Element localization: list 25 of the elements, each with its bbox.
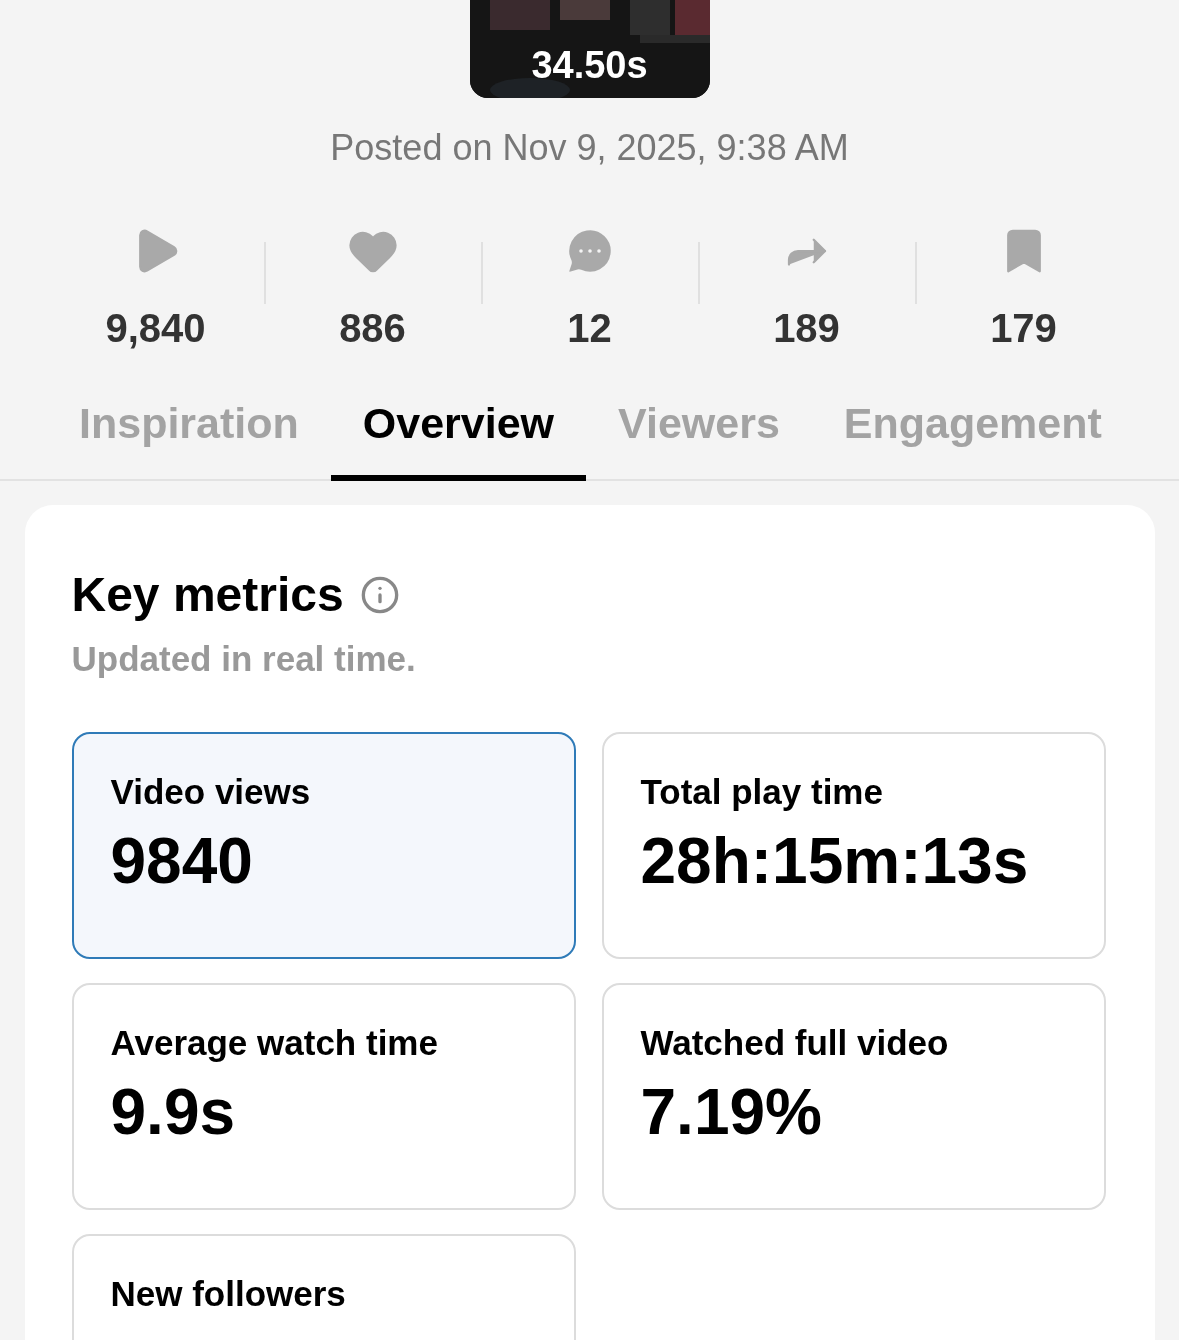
metric-label: Average watch time bbox=[110, 1025, 439, 1060]
stat-count: 12 bbox=[567, 308, 612, 348]
metric-value: 28h:15m:13s bbox=[640, 829, 1030, 893]
metric-value: 9840 bbox=[110, 829, 254, 893]
stat-count: 9,840 bbox=[105, 308, 206, 348]
metric-tile[interactable]: Watched full video 7.19% bbox=[601, 983, 1106, 1210]
stat-count: 189 bbox=[773, 308, 840, 348]
metric-tile[interactable]: Total play time 28h:15m:13s bbox=[601, 732, 1106, 959]
metric-label: Watched full video bbox=[640, 1025, 950, 1060]
metric-label: New followers bbox=[110, 1276, 347, 1311]
metric-label: Video views bbox=[110, 774, 312, 809]
info-icon[interactable] bbox=[359, 575, 400, 615]
metric-tile[interactable]: New followers bbox=[71, 1234, 576, 1340]
metric-tile[interactable]: Video views 9840 bbox=[71, 732, 576, 959]
metric-value: 7.19% bbox=[640, 1080, 823, 1144]
tab[interactable]: Overview bbox=[330, 402, 587, 481]
posted-date: Posted on Nov 9, 2025, 9:38 AM bbox=[330, 130, 849, 166]
metric-value: 9.9s bbox=[110, 1080, 237, 1144]
metric-tile[interactable]: Average watch time 9.9s bbox=[71, 983, 576, 1210]
video-duration: 34.50s bbox=[531, 46, 648, 84]
card-title: Key metrics bbox=[71, 571, 344, 619]
metric-label: Total play time bbox=[640, 774, 884, 809]
stat-count: 886 bbox=[339, 308, 406, 348]
card-subtitle: Updated in real time. bbox=[71, 641, 417, 676]
stat-count: 179 bbox=[990, 308, 1057, 348]
